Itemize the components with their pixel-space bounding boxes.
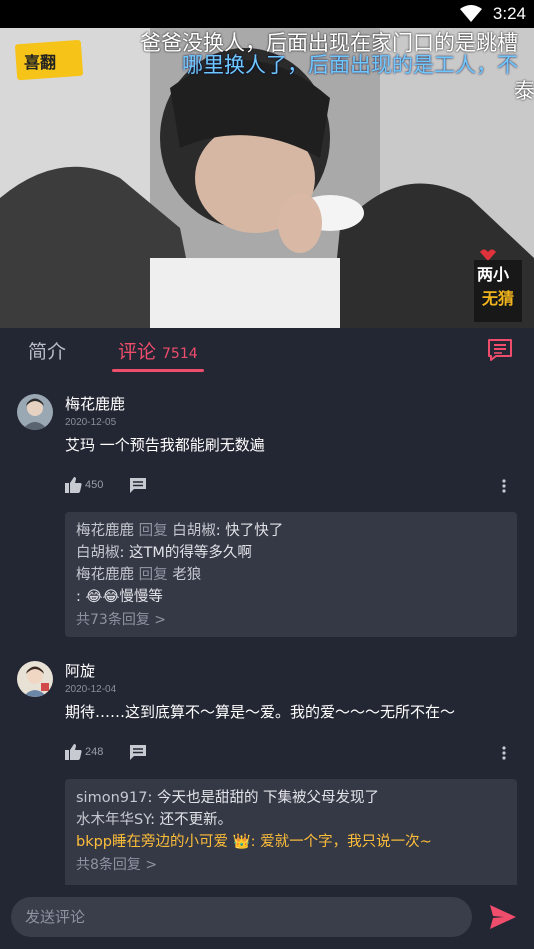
svg-text:无猜: 无猜 [481,289,514,308]
view-all-replies[interactable]: 共8条回复 > [76,854,506,874]
like-button[interactable]: 248 [65,744,103,760]
like-button[interactable]: 450 [65,477,103,493]
reply-author[interactable]: 白胡椒 [76,545,120,561]
send-icon[interactable] [490,905,516,929]
reply-line: : 😂😂慢慢等 [76,586,506,608]
reply-preview[interactable]: 梅花鹿鹿 回复 白胡椒: 快了快了 白胡椒: 这TM的得等多久啊 梅花鹿鹿 回复… [65,512,517,637]
danmaku-comment: 泰 [514,79,534,103]
like-count: 248 [85,746,104,758]
comment-username[interactable]: 梅花鹿鹿 [65,393,125,414]
reply-author[interactable]: 梅花鹿鹿 [76,567,134,583]
comment-date: 2020-12-04 [65,684,117,695]
reply-colon: : [215,523,226,539]
video-player[interactable]: 爸爸没换人，后面出现在家门口的是跳槽 哪里换人了，后面出现的是工人，不 泰 喜翻… [0,28,534,328]
more-options-icon[interactable] [502,479,506,493]
reply-line: bkpp睡在旁边的小可爱 👑: 爱就一个字，我只说一次~ [76,831,506,853]
comment-text: 期待……这到底算不～算是～爱。我的爱～～～无所不在～ [65,703,456,721]
wifi-icon [460,5,482,22]
thumbs-up-icon [65,477,82,493]
thumbs-up-icon [65,744,82,760]
reply-author[interactable]: 水木年华SY [76,812,150,828]
comment-username[interactable]: 阿旋 [65,660,95,681]
reply-icon[interactable] [130,745,146,760]
reply-target[interactable]: 白胡椒 [172,523,216,539]
status-bar: 3:24 [0,0,534,28]
comment-item: 阿旋 2020-12-04 期待……这到底算不～算是～爱。我的爱～～～无所不在～… [0,657,534,885]
more-options-icon[interactable] [502,746,506,760]
reply-line: 白胡椒: 这TM的得等多久啊 [76,542,506,564]
danmaku-comment: 哪里换人了，后面出现的是工人，不 [182,53,518,77]
comment-count: 7514 [162,346,198,362]
reply-text: 😂😂慢慢等 [85,589,163,605]
like-count: 450 [85,479,104,491]
reply-target[interactable]: 老狼 [172,567,201,583]
comment-input-bar: 发送评论 [0,885,534,949]
tab-comments[interactable]: 评论 7514 [118,337,198,364]
drama-badge: 两小 无猜 [474,249,522,322]
tab-intro[interactable]: 简介 [28,337,66,364]
clock: 3:24 [492,4,526,23]
reply-colon: : [150,812,160,828]
active-tab-indicator [112,369,204,372]
reply-colon: : [250,834,261,850]
svg-text:喜翻: 喜翻 [24,53,56,72]
reply-text: 快了快了 [225,523,284,539]
comment-input[interactable]: 发送评论 [11,897,472,937]
svg-text:两小: 两小 [477,265,509,284]
reply-icon[interactable] [130,478,146,493]
message-icon[interactable] [487,338,513,362]
comment-text: 艾玛 一个预告我都能刷无数遍 [65,436,265,454]
reply-text: 这TM的得等多久啊 [129,545,252,561]
reply-author[interactable]: simon917 [76,790,147,806]
reply-colon: : [76,589,86,605]
view-all-replies[interactable]: 共73条回复 > [76,609,506,629]
reply-verb: 回复 [138,523,168,539]
reply-colon: : [147,790,157,806]
reply-author[interactable]: bkpp睡在旁边的小可爱 👑 [76,834,251,850]
tab-bar: 简介 评论 7514 [0,328,534,376]
reply-author[interactable]: 梅花鹿鹿 [76,523,134,539]
reply-preview[interactable]: simon917: 今天也是甜甜的 下集被父母发现了 水木年华SY: 还不更新。… [65,779,517,885]
reply-line: 梅花鹿鹿 回复 白胡椒: 快了快了 [76,520,506,542]
comment-date: 2020-12-05 [65,417,117,428]
reply-text: 今天也是甜甜的 下集被父母发现了 [156,790,380,806]
reply-colon: : [119,545,129,561]
reply-text: 爱就一个字，我只说一次~ [260,834,432,850]
reply-line: 水木年华SY: 还不更新。 [76,809,506,831]
reply-verb: 回复 [138,567,168,583]
channel-logo: 喜翻 [15,40,83,81]
tab-comments-label: 评论 [118,341,157,363]
reply-text: 还不更新。 [159,812,233,828]
avatar[interactable] [17,394,53,430]
comment-item: 梅花鹿鹿 2020-12-05 艾玛 一个预告我都能刷无数遍 450 梅花鹿鹿 … [0,390,534,645]
reply-line: 梅花鹿鹿 回复 老狼 [76,564,506,586]
avatar[interactable] [17,661,53,697]
reply-line: simon917: 今天也是甜甜的 下集被父母发现了 [76,787,506,809]
